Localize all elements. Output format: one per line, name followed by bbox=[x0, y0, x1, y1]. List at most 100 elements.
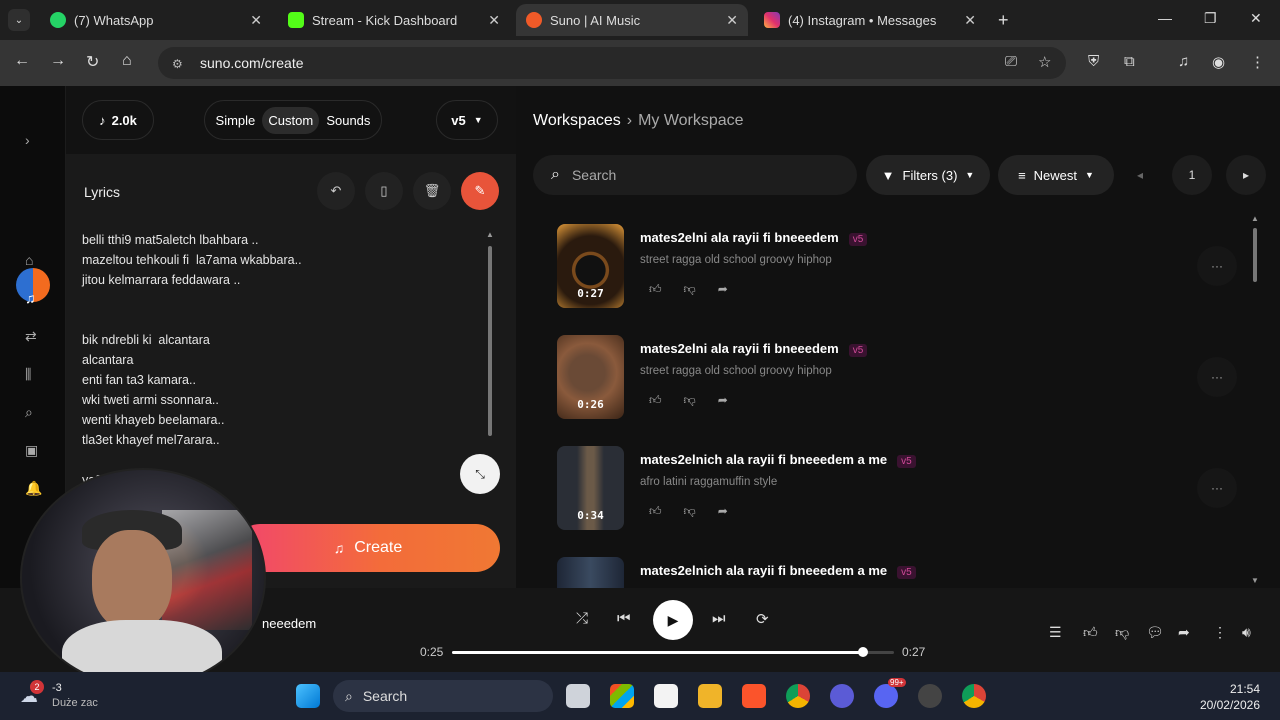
sort-button[interactable]: ≡ Newest ▼ bbox=[998, 155, 1114, 195]
filters-button[interactable]: ▼ Filters (3) ▼ bbox=[866, 155, 990, 195]
extensions-puzzle-icon[interactable]: ⧉ bbox=[1124, 53, 1135, 70]
close-tab-icon[interactable]: ✕ bbox=[726, 12, 738, 29]
like-icon[interactable]: 👍︎ bbox=[649, 282, 662, 297]
next-page-button[interactable]: ▸ bbox=[1226, 155, 1266, 195]
mode-sounds[interactable]: Sounds bbox=[320, 107, 376, 134]
clear-lyrics-button[interactable]: 🗑 bbox=[413, 172, 451, 210]
taskbar-search[interactable]: ⌕ Search bbox=[333, 680, 553, 712]
site-info-icon[interactable]: ⚙ bbox=[172, 57, 188, 71]
song-row[interactable]: 0:34 mates2elnich ala rayii fi bneeedem … bbox=[557, 446, 1237, 536]
scroll-up-icon[interactable]: ▲ bbox=[486, 230, 494, 239]
volume-icon[interactable]: 🔊︎ bbox=[1242, 624, 1251, 641]
search-nav-icon[interactable]: ⌕ bbox=[25, 404, 33, 421]
widgets-icon[interactable] bbox=[610, 684, 634, 708]
song-title[interactable]: mates2elni ala rayii fi bneeedem v5 bbox=[640, 230, 868, 246]
discord-icon[interactable]: 99+ bbox=[874, 678, 906, 708]
song-title[interactable]: mates2elni ala rayii fi bneeedem v5 bbox=[640, 341, 868, 357]
song-cover[interactable]: 0:26 bbox=[557, 335, 624, 419]
song-cover[interactable]: 0:34 bbox=[557, 446, 624, 530]
comment-icon[interactable]: 💬︎ bbox=[1146, 624, 1164, 641]
repeat-icon[interactable]: ⟳ bbox=[756, 610, 769, 628]
close-tab-icon[interactable]: ✕ bbox=[488, 12, 500, 29]
more-options-button[interactable]: ··· bbox=[1197, 246, 1237, 286]
dislike-icon[interactable]: 👎︎ bbox=[684, 282, 696, 297]
mode-custom[interactable]: Custom bbox=[262, 106, 320, 134]
breadcrumb-workspaces[interactable]: Workspaces bbox=[533, 112, 621, 129]
chrome-icon[interactable] bbox=[786, 684, 810, 708]
mode-simple[interactable]: Simple bbox=[210, 107, 262, 134]
new-tab-icon[interactable]: + bbox=[998, 10, 1009, 31]
song-row[interactable]: 0:26 mates2elni ala rayii fi bneeedem v5 … bbox=[557, 335, 1237, 425]
song-list-scrollbar[interactable] bbox=[1253, 228, 1257, 282]
browser-menu-icon[interactable]: ⋮ bbox=[1250, 53, 1265, 71]
song-title[interactable]: mates2elnich ala rayii fi bneeedem a me v… bbox=[640, 563, 916, 579]
song-row[interactable]: 0:27 mates2elni ala rayii fi bneeedem v5 … bbox=[557, 224, 1237, 314]
library-nav-icon[interactable]: ⫼ bbox=[25, 366, 31, 383]
system-clock[interactable]: 21:54 20/02/2026 bbox=[1200, 681, 1260, 713]
extension-shield-icon[interactable]: ⛨ bbox=[1088, 53, 1099, 70]
scroll-down-icon[interactable]: ▼ bbox=[1251, 576, 1259, 585]
back-icon[interactable]: ← bbox=[14, 52, 30, 70]
home-nav-icon[interactable]: ⌂ bbox=[25, 252, 33, 268]
lyrics-textarea[interactable]: belli tthi9 mat5aletch lbahbara .. mazel… bbox=[82, 230, 302, 490]
tab-search-button[interactable]: ⌄ bbox=[8, 9, 30, 31]
tab-instagram[interactable]: (4) Instagram • Messages ✕ bbox=[754, 4, 986, 36]
store-icon[interactable] bbox=[654, 684, 678, 708]
model-version-select[interactable]: v5 ▼ bbox=[436, 100, 498, 140]
progress-slider[interactable] bbox=[452, 647, 894, 657]
close-tab-icon[interactable]: ✕ bbox=[964, 12, 976, 29]
close-window-icon[interactable]: ✕ bbox=[1250, 10, 1262, 27]
hooks-nav-icon[interactable]: ▣ bbox=[25, 442, 38, 459]
profile-avatar-icon[interactable]: ◉ bbox=[1212, 53, 1225, 71]
like-icon[interactable]: 👍︎ bbox=[649, 504, 662, 519]
brave-icon[interactable] bbox=[742, 684, 766, 708]
close-tab-icon[interactable]: ✕ bbox=[250, 12, 262, 29]
weather-widget[interactable]: ☁ 2 bbox=[20, 680, 50, 710]
song-search-input[interactable]: ⌕ Search bbox=[533, 155, 857, 195]
tab-suno[interactable]: Suno | AI Music ✕ bbox=[516, 4, 748, 36]
credits-badge[interactable]: ♪ 2.0k bbox=[82, 100, 154, 140]
minimize-icon[interactable]: — bbox=[1158, 10, 1172, 26]
create-nav-icon[interactable]: ♫ bbox=[25, 290, 36, 306]
file-explorer-icon[interactable] bbox=[698, 684, 722, 708]
windows-start-icon[interactable] bbox=[296, 684, 320, 708]
progress-handle[interactable] bbox=[858, 647, 869, 657]
shuffle-icon[interactable]: ⤮ bbox=[576, 610, 588, 627]
restore-icon[interactable]: ❐ bbox=[1204, 10, 1217, 27]
more-options-icon[interactable]: ⋮ bbox=[1213, 624, 1227, 641]
song-row[interactable]: mates2elnich ala rayii fi bneeedem a me v… bbox=[557, 557, 1217, 588]
share-icon[interactable]: ➦ bbox=[718, 393, 728, 408]
dislike-icon[interactable]: 👎︎ bbox=[1115, 624, 1129, 641]
address-bar[interactable]: ⚙ suno.com/create bbox=[158, 47, 1066, 79]
now-playing-title[interactable]: neeedem bbox=[262, 616, 316, 631]
media-controls-icon[interactable]: ♫ bbox=[1178, 53, 1189, 70]
notifications-icon[interactable]: 🔔 bbox=[25, 480, 42, 497]
dislike-icon[interactable]: 👎︎ bbox=[684, 393, 696, 408]
save-lyrics-button[interactable]: ▯ bbox=[365, 172, 403, 210]
more-options-button[interactable]: ··· bbox=[1197, 468, 1237, 508]
scroll-up-icon[interactable]: ▲ bbox=[1251, 214, 1259, 223]
next-track-icon[interactable]: ⏭ bbox=[712, 610, 726, 627]
bookmark-star-icon[interactable]: ☆ bbox=[1038, 53, 1051, 71]
tab-kick[interactable]: Stream - Kick Dashboard ✕ bbox=[278, 4, 510, 36]
more-options-button[interactable]: ··· bbox=[1197, 357, 1237, 397]
home-icon[interactable]: ⌂ bbox=[122, 52, 132, 70]
queue-icon[interactable]: ☰ bbox=[1049, 624, 1062, 641]
generate-lyrics-button[interactable]: ✎ bbox=[461, 172, 499, 210]
play-button[interactable]: ▶ bbox=[653, 600, 693, 640]
steam-icon[interactable] bbox=[918, 684, 942, 708]
lyrics-scrollbar[interactable] bbox=[488, 246, 492, 436]
undo-button[interactable]: ↶ bbox=[317, 172, 355, 210]
chrome-profile-icon[interactable] bbox=[962, 684, 986, 708]
app-icon[interactable] bbox=[830, 684, 854, 708]
reload-icon[interactable]: ↻ bbox=[86, 52, 99, 72]
forward-icon[interactable]: → bbox=[50, 52, 66, 70]
share-icon[interactable]: ➦ bbox=[718, 504, 728, 519]
create-button[interactable]: ♫ Create bbox=[236, 524, 500, 572]
expand-sidebar-icon[interactable]: › bbox=[25, 132, 30, 148]
like-icon[interactable]: 👍︎ bbox=[649, 393, 662, 408]
studio-nav-icon[interactable]: ⇄ bbox=[25, 328, 37, 345]
task-view-icon[interactable] bbox=[566, 684, 590, 708]
dislike-icon[interactable]: 👎︎ bbox=[684, 504, 696, 519]
prev-page-button[interactable]: ◂ bbox=[1120, 155, 1160, 195]
